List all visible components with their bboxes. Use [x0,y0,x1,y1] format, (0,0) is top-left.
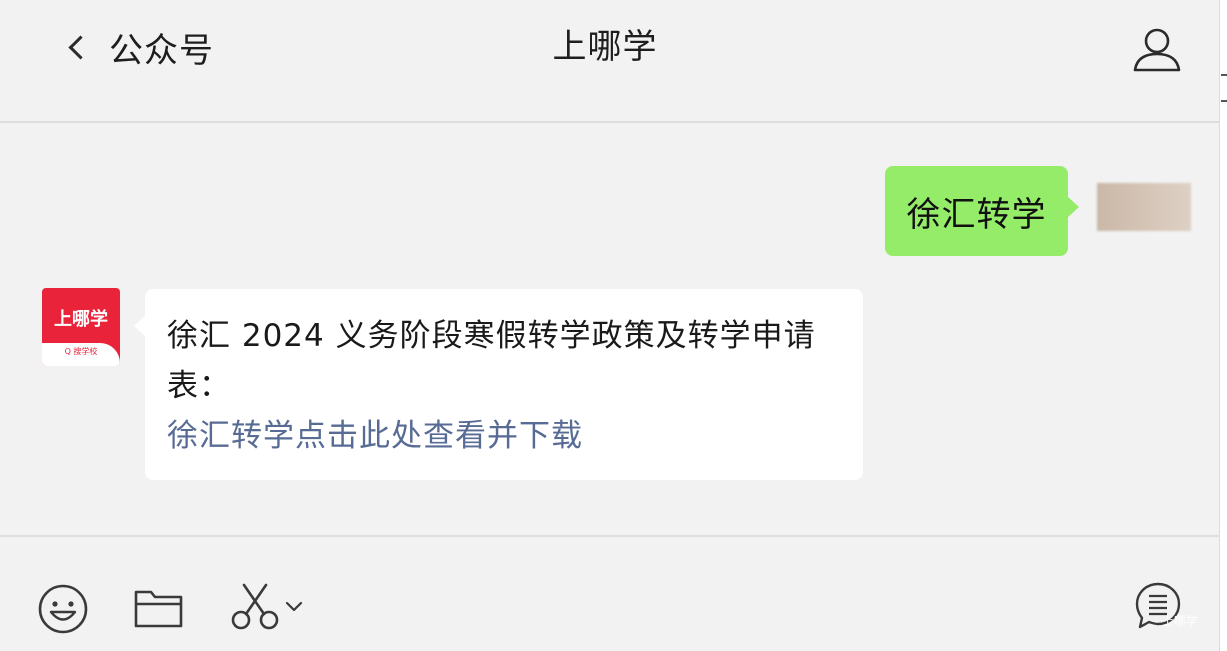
input-toolbar [0,535,1219,651]
sender-logo-subtext: Q 搜学校 [64,347,98,356]
emoji-button[interactable] [37,583,89,639]
profile-button[interactable] [1128,24,1186,74]
file-button[interactable] [133,586,185,634]
incoming-message-text: 徐汇 2024 义务阶段寒假转学政策及转学申请表： [167,318,816,404]
user-avatar[interactable] [1097,183,1191,231]
sender-logo-text: 上哪学 [54,309,108,330]
scissors-icon [231,583,279,630]
chevron-down-icon [285,601,303,612]
message-list[interactable]: 徐汇转学 上哪学 Q 搜学校 徐汇 2024 义务阶段寒假转学政策及转学申请表：… [0,123,1219,535]
back-button[interactable]: 公众号 [64,22,214,72]
outgoing-message[interactable]: 徐汇转学 [885,166,1079,256]
watermark: 上哪学 [1162,614,1199,628]
folder-icon [134,590,183,628]
chat-title: 上哪学 [552,27,658,67]
edge-marker [1221,74,1227,76]
back-label: 公众号 [109,30,214,71]
emoji-icon [38,584,88,634]
download-link[interactable]: 徐汇转学点击此处查看并下载 [167,411,841,461]
window-edge [1219,0,1227,651]
edge-marker [1221,100,1227,102]
screenshot-options-button[interactable] [284,599,304,618]
outgoing-message-text: 徐汇转学 [906,194,1047,235]
screenshot-button[interactable] [230,581,282,637]
person-icon [1133,28,1181,72]
chevron-left-icon [68,34,93,60]
chat-window: 公众号 上哪学 徐汇转学 上哪学 Q 搜学校 徐汇 2024 义务阶段寒假转学政… [0,0,1227,651]
incoming-message[interactable]: 徐汇 2024 义务阶段寒假转学政策及转学申请表： 徐汇转学点击此处查看并下载 [134,289,863,480]
chat-header: 公众号 上哪学 [0,0,1219,123]
sender-avatar[interactable]: 上哪学 Q 搜学校 [42,288,120,366]
